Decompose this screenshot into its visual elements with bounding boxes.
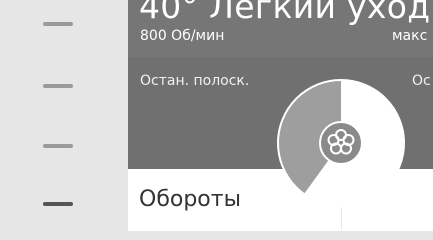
program-dial[interactable] bbox=[276, 78, 406, 208]
spin-speed-value: 800 Об/мин bbox=[140, 28, 225, 44]
sidebar-item-1[interactable] bbox=[43, 22, 73, 26]
program-title: 40° Легкий уход bbox=[139, 0, 431, 26]
rinse-hold-option[interactable]: Остан. полоск. bbox=[140, 73, 249, 89]
sidebar-item-2[interactable] bbox=[43, 84, 73, 88]
program-header[interactable]: 40° Легкий уход 800 Об/мин макс bbox=[128, 0, 433, 57]
dial-center[interactable] bbox=[319, 121, 363, 165]
sidebar bbox=[0, 0, 128, 240]
sidebar-item-4-active[interactable] bbox=[43, 202, 73, 206]
spin-label: Обороты bbox=[139, 187, 241, 212]
max-label: макс bbox=[392, 28, 428, 44]
sidebar-item-3[interactable] bbox=[43, 144, 73, 148]
rinse-hold-option-2[interactable]: Ос bbox=[412, 73, 431, 89]
program-panel: 40° Легкий уход 800 Об/мин макс Остан. п… bbox=[128, 0, 433, 240]
